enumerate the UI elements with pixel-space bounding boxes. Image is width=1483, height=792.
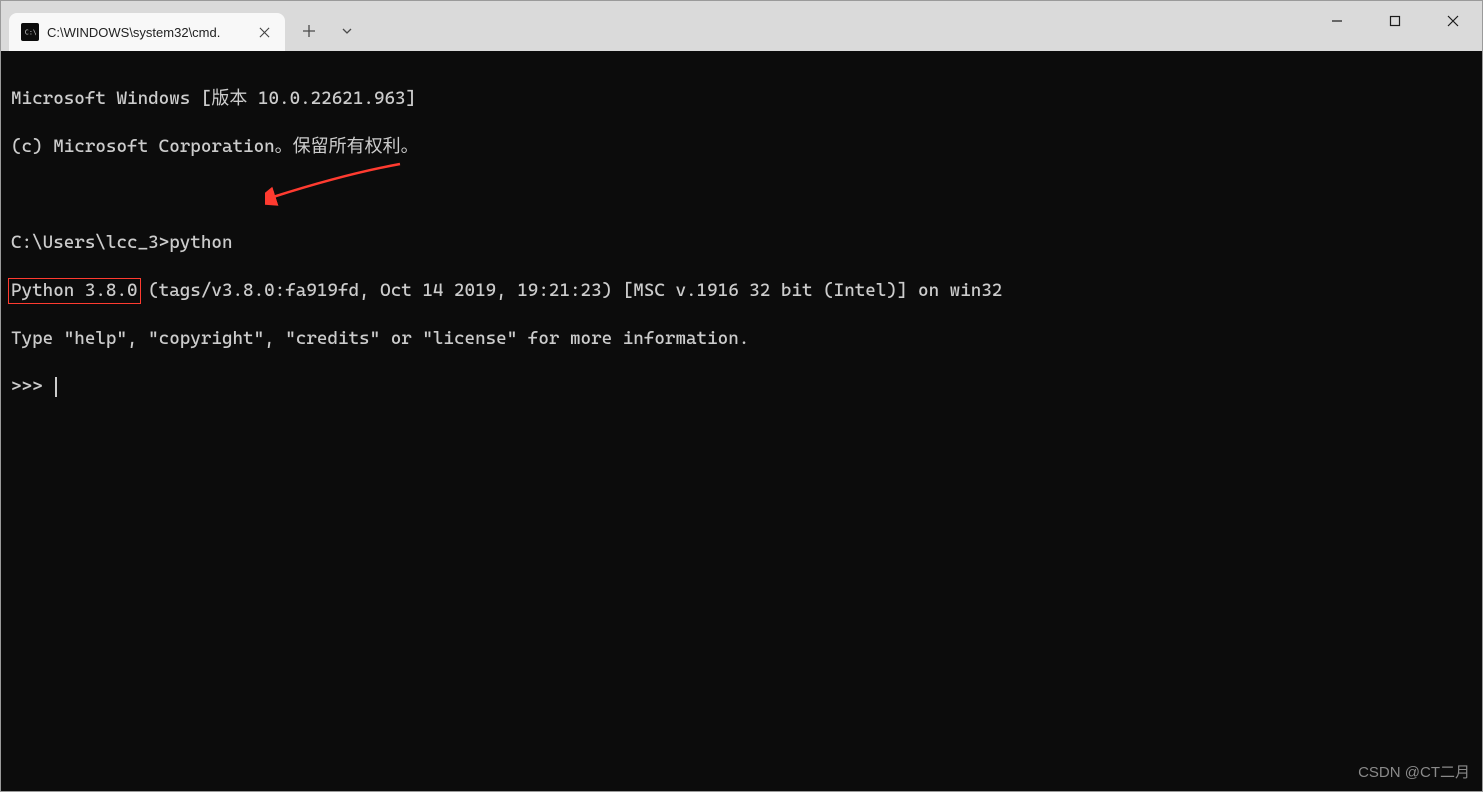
close-button[interactable] [1424, 1, 1482, 41]
tab-cmd[interactable]: C:\ C:\WINDOWS\system32\cmd. [9, 13, 285, 51]
python-version-highlight: Python 3.8.0 [8, 278, 141, 304]
prompt-prefix: C:\Users\lcc_3> [11, 232, 169, 253]
minimize-button[interactable] [1308, 1, 1366, 41]
terminal-line: Microsoft Windows [版本 10.0.22621.963] [11, 87, 1472, 111]
repl-prompt-line: >>> [11, 375, 1472, 399]
titlebar: C:\ C:\WINDOWS\system32\cmd. [1, 1, 1482, 51]
tabs-area: C:\ C:\WINDOWS\system32\cmd. [1, 1, 365, 51]
cmd-icon: C:\ [21, 23, 39, 41]
python-version-line: Python 3.8.0 (tags/v3.8.0:fa919fd, Oct 1… [11, 279, 1472, 303]
terminal-line: (c) Microsoft Corporation。保留所有权利。 [11, 135, 1472, 159]
watermark: CSDN @CT二月 [1358, 761, 1470, 785]
tab-dropdown-button[interactable] [329, 13, 365, 49]
python-help-line: Type "help", "copyright", "credits" or "… [11, 327, 1472, 351]
python-version-rest: (tags/v3.8.0:fa919fd, Oct 14 2019, 19:21… [138, 280, 1003, 301]
tab-close-button[interactable] [255, 23, 273, 41]
terminal-output[interactable]: Microsoft Windows [版本 10.0.22621.963] (c… [1, 51, 1482, 791]
terminal-prompt-line: C:\Users\lcc_3>python [11, 231, 1472, 255]
terminal-window: C:\ C:\WINDOWS\system32\cmd. [0, 0, 1483, 792]
tab-title: C:\WINDOWS\system32\cmd. [47, 25, 247, 40]
cursor-icon [55, 377, 57, 397]
repl-prompt: >>> [11, 376, 53, 397]
new-tab-button[interactable] [291, 13, 327, 49]
svg-text:C:\: C:\ [25, 28, 36, 36]
window-controls [1308, 1, 1482, 51]
prompt-command: python [169, 232, 232, 253]
maximize-button[interactable] [1366, 1, 1424, 41]
terminal-line [11, 183, 1472, 207]
